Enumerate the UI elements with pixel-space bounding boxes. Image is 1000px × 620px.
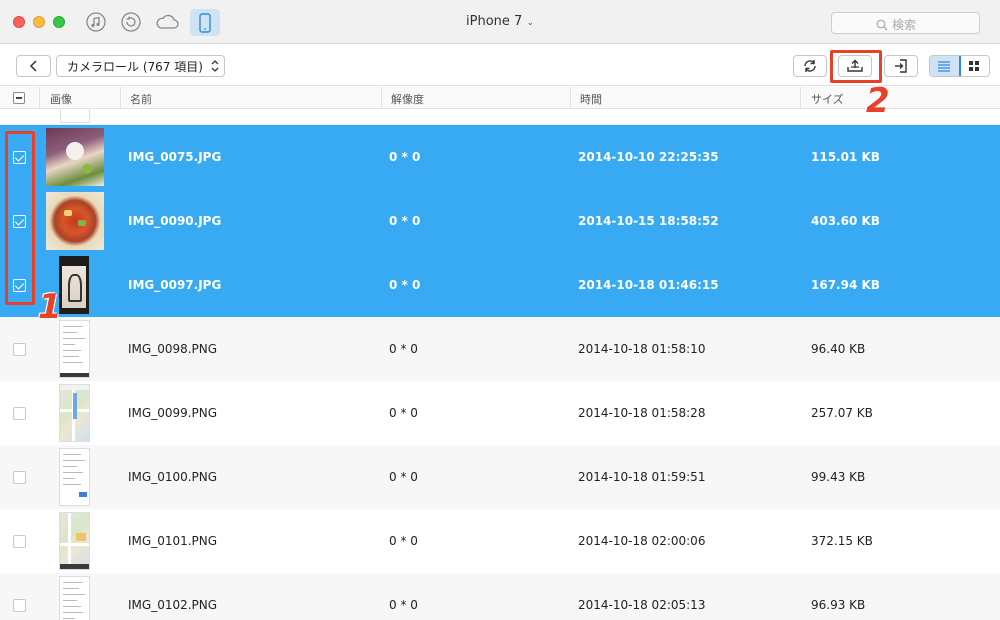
resolution: 0 * 0 [389, 534, 418, 548]
timestamp: 2014-10-18 01:58:10 [578, 342, 706, 356]
annotation-number-1: 1 [38, 287, 62, 327]
list-view-icon [938, 61, 951, 72]
table-row[interactable]: IMG_0097.JPG 0 * 0 2014-10-18 01:46:15 1… [0, 253, 1000, 317]
file-name: IMG_0101.PNG [128, 534, 218, 548]
table-row[interactable]: IMG_0075.JPG 0 * 0 2014-10-10 22:25:35 1… [0, 125, 1000, 189]
photo-thumbnail [46, 192, 104, 250]
album-select[interactable]: カメラロール (767 項目) [56, 55, 225, 77]
timestamp: 2014-10-18 01:58:28 [578, 406, 706, 420]
row-checkbox[interactable] [13, 407, 26, 420]
file-size: 96.40 KB [811, 342, 866, 356]
updown-chevron-icon [211, 60, 219, 72]
screenshot-thumbnail [59, 320, 90, 378]
table-row[interactable]: IMG_0102.PNG 0 * 0 2014-10-18 02:05:13 9… [0, 573, 1000, 620]
resolution: 0 * 0 [389, 278, 421, 292]
list-view-button[interactable] [930, 56, 961, 76]
file-name: IMG_0075.JPG [128, 150, 222, 164]
phone-icon[interactable] [190, 9, 220, 36]
restore-icon[interactable] [118, 10, 144, 34]
resolution: 0 * 0 [389, 150, 421, 164]
timestamp: 2014-10-18 01:59:51 [578, 470, 706, 484]
import-to-device-button[interactable] [884, 55, 918, 77]
table-row[interactable]: IMG_0098.PNG 0 * 0 2014-10-18 01:58:10 9… [0, 317, 1000, 381]
album-label: カメラロール (767 項目) [67, 59, 203, 74]
file-size: 115.01 KB [811, 150, 880, 164]
timestamp: 2014-10-18 02:05:13 [578, 598, 706, 612]
photo-list: IMG_0075.JPG 0 * 0 2014-10-10 22:25:35 1… [0, 109, 1000, 620]
device-title[interactable]: iPhone 7 [466, 14, 522, 29]
table-row[interactable]: IMG_0100.PNG 0 * 0 2014-10-18 01:59:51 9… [0, 445, 1000, 509]
table-row[interactable]: IMG_0090.JPG 0 * 0 2014-10-15 18:58:52 4… [0, 189, 1000, 253]
column-header-size[interactable]: サイズ [811, 91, 844, 107]
column-header-resolution[interactable]: 解像度 [391, 91, 424, 107]
table-row[interactable]: IMG_0099.PNG 0 * 0 2014-10-18 01:58:28 2… [0, 381, 1000, 445]
file-name: IMG_0097.JPG [128, 278, 222, 292]
back-icon [29, 60, 37, 72]
zoom-window-button[interactable] [53, 16, 65, 28]
table-row[interactable]: IMG_0101.PNG 0 * 0 2014-10-18 02:00:06 3… [0, 509, 1000, 573]
column-header-image[interactable]: 画像 [50, 91, 72, 107]
grid-view-icon [969, 61, 980, 71]
resolution: 0 * 0 [389, 342, 418, 356]
thumbnail-partial [60, 109, 90, 123]
file-name: IMG_0099.PNG [128, 406, 218, 420]
search-field[interactable]: 検索 [831, 12, 980, 34]
title-bar: iPhone 7 ⌄ 検索 [0, 0, 1000, 44]
file-size: 257.07 KB [811, 406, 873, 420]
file-size: 167.94 KB [811, 278, 880, 292]
annotation-box-1 [5, 131, 35, 305]
photo-thumbnail [59, 256, 89, 314]
chevron-down-icon[interactable]: ⌄ [526, 18, 534, 28]
file-size: 96.93 KB [811, 598, 866, 612]
map-thumbnail [59, 512, 90, 570]
annotation-box-2 [830, 50, 882, 83]
row-checkbox[interactable] [13, 471, 26, 484]
timestamp: 2014-10-18 02:00:06 [578, 534, 706, 548]
column-header-time[interactable]: 時間 [580, 91, 602, 107]
file-name: IMG_0098.PNG [128, 342, 218, 356]
row-checkbox[interactable] [13, 599, 26, 612]
row-checkbox[interactable] [13, 535, 26, 548]
photo-thumbnail [46, 128, 104, 186]
cloud-icon[interactable] [154, 10, 180, 34]
music-icon[interactable] [83, 10, 109, 34]
file-name: IMG_0100.PNG [128, 470, 218, 484]
close-window-button[interactable] [13, 16, 25, 28]
table-row-partial [0, 109, 1000, 125]
file-size: 372.15 KB [811, 534, 873, 548]
minimize-window-button[interactable] [33, 16, 45, 28]
table-header: 画像 名前 解像度 時間 サイズ [0, 87, 1000, 109]
row-checkbox[interactable] [13, 343, 26, 356]
select-all-checkbox[interactable] [13, 92, 25, 104]
resolution: 0 * 0 [389, 406, 418, 420]
timestamp: 2014-10-15 18:58:52 [578, 214, 719, 228]
grid-view-button[interactable] [960, 56, 989, 76]
file-size: 99.43 KB [811, 470, 866, 484]
resolution: 0 * 0 [389, 214, 421, 228]
screenshot-thumbnail [59, 576, 90, 620]
file-size: 403.60 KB [811, 214, 880, 228]
timestamp: 2014-10-10 22:25:35 [578, 150, 719, 164]
resolution: 0 * 0 [389, 598, 418, 612]
refresh-icon [804, 60, 816, 72]
file-name: IMG_0090.JPG [128, 214, 222, 228]
refresh-button[interactable] [793, 55, 827, 77]
column-header-name[interactable]: 名前 [130, 91, 152, 107]
view-mode-switch [929, 55, 990, 77]
annotation-number-2: 2 [866, 81, 890, 121]
back-button[interactable] [16, 55, 51, 77]
screenshot-thumbnail [59, 448, 90, 506]
file-name: IMG_0102.PNG [128, 598, 218, 612]
import-to-device-icon [895, 59, 907, 73]
map-thumbnail [59, 384, 90, 442]
timestamp: 2014-10-18 01:46:15 [578, 278, 719, 292]
resolution: 0 * 0 [389, 470, 418, 484]
